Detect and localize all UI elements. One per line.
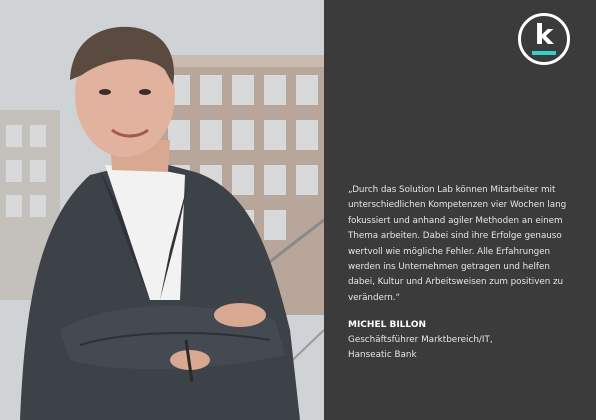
portrait-illustration xyxy=(0,0,324,420)
quote-line: wertvoll wie mögliche Fehler. Alle Erfah… xyxy=(348,246,551,257)
quote-line: Thema arbeiten. Dabei sind ihre Erfolge … xyxy=(348,231,562,242)
brand-logo: k xyxy=(518,13,570,65)
quote-line: werden ins Unternehmen getragen und helf… xyxy=(348,262,550,273)
author-name: MICHEL BILLON xyxy=(348,320,426,330)
logo-accent-bar xyxy=(532,51,556,55)
author-company: Hanseatic Bank xyxy=(348,350,417,360)
portrait-photo xyxy=(0,0,324,420)
testimonial-quote: „Durch das Solution Lab können Mitarbeit… xyxy=(348,183,580,306)
quote-line: dabei, Kultur und Arbeitsweisen zum posi… xyxy=(348,277,564,288)
author-role: Geschäftsführer Marktbereich/IT, Hanseat… xyxy=(348,333,578,363)
quote-line: verändern.“ xyxy=(348,292,401,303)
quote-line: fokussiert und anhand agiler Methoden an… xyxy=(348,215,563,226)
quote-line: „Durch das Solution Lab können Mitarbeit… xyxy=(348,185,556,195)
author-role-line: Geschäftsführer Marktbereich/IT, xyxy=(348,335,493,345)
quote-line: unterschiedlichen Kompetenzen vier Woche… xyxy=(348,200,567,211)
logo-letter: k xyxy=(534,18,554,51)
